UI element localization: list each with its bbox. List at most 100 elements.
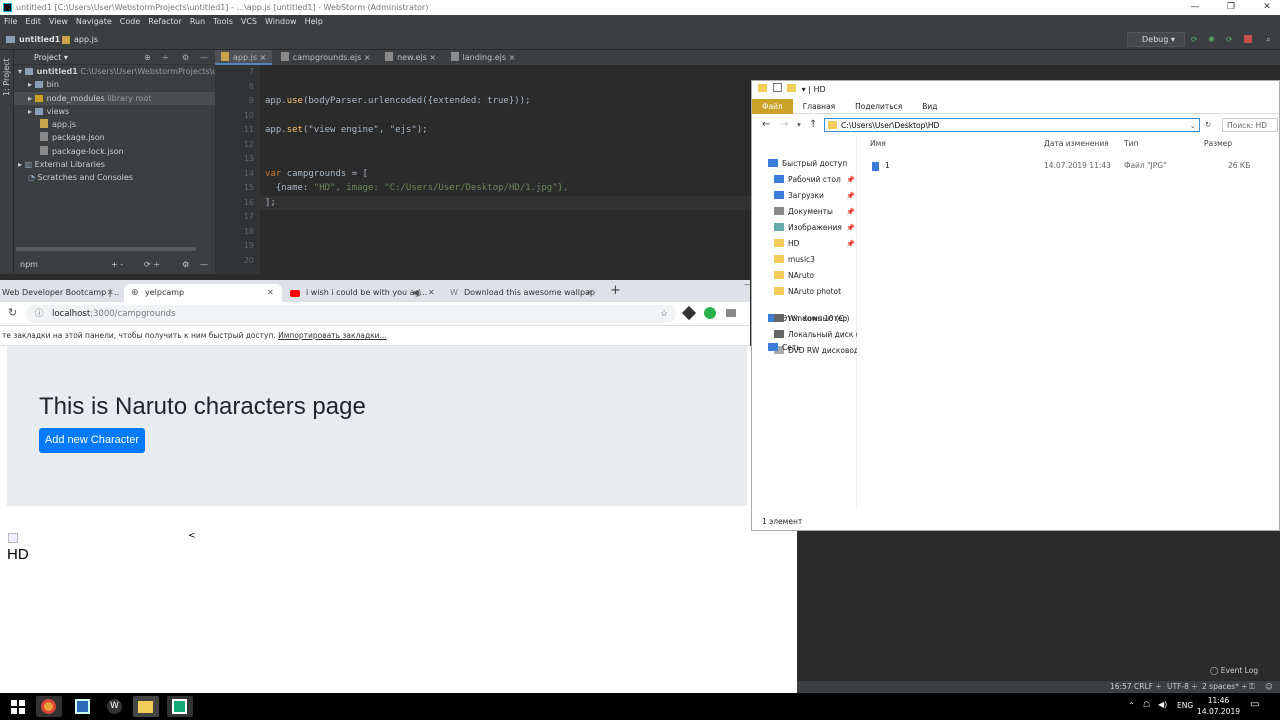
tree-item-package-lock[interactable]: package-lock.json bbox=[14, 145, 215, 158]
ribbon-tab[interactable]: Главная bbox=[793, 99, 845, 114]
adblock-icon[interactable] bbox=[704, 307, 716, 319]
close-icon[interactable]: ✕ bbox=[428, 284, 435, 302]
nav-item[interactable]: Сеть bbox=[752, 340, 857, 356]
nav-item[interactable]: Изображения 📌 bbox=[752, 220, 857, 236]
nav-item[interactable]: Быстрый доступ bbox=[752, 156, 857, 172]
file-encoding[interactable]: UTF-8 ÷ bbox=[1167, 681, 1198, 693]
horizontal-scrollbar[interactable] bbox=[16, 247, 196, 251]
tree-item-external-libraries[interactable]: ▸ ▥ External Libraries bbox=[14, 158, 215, 171]
line-separator[interactable]: CRLF ÷ bbox=[1134, 681, 1162, 693]
chrome-taskbar-icon[interactable] bbox=[36, 696, 62, 717]
profile-icon[interactable]: ⟳ bbox=[1226, 29, 1233, 50]
tab-campgrounds-ejs[interactable]: campgrounds.ejs × bbox=[275, 50, 377, 65]
tab-landing-ejs[interactable]: landing.ejs × bbox=[445, 50, 522, 65]
back-icon[interactable]: ← bbox=[762, 114, 770, 136]
pin-icon[interactable]: 📌 bbox=[846, 188, 855, 204]
refresh-icon[interactable]: ⟳ ÷ bbox=[144, 255, 160, 274]
run-config-select[interactable]: Debug ▾ bbox=[1127, 32, 1185, 47]
debug-icon[interactable]: ✺ bbox=[1208, 29, 1215, 50]
properties-icon[interactable] bbox=[772, 83, 782, 92]
browser-tab-bootcamp[interactable]: Web Developer Bootcamp | ... bbox=[2, 284, 120, 302]
breadcrumb-project[interactable]: untitled1 bbox=[19, 29, 60, 50]
menu-item-code[interactable]: Code bbox=[116, 15, 144, 29]
locate-icon[interactable]: ⊕ bbox=[144, 50, 151, 65]
inspector-icon[interactable]: ☺ bbox=[1265, 681, 1273, 693]
menu-item-tools[interactable]: Tools bbox=[209, 15, 237, 29]
gear-icon[interactable]: ⚙ bbox=[182, 50, 189, 65]
lock-icon[interactable]: ⚿ bbox=[1249, 681, 1255, 693]
column-size[interactable]: Размер bbox=[1204, 139, 1232, 148]
explorer-taskbar-icon[interactable] bbox=[133, 696, 159, 717]
pin-icon[interactable]: 📌 bbox=[846, 236, 855, 252]
ribbon-tab[interactable]: Поделиться bbox=[845, 99, 912, 114]
nav-item[interactable]: Документы 📌 bbox=[752, 204, 857, 220]
gear-icon[interactable]: ⚙ bbox=[182, 255, 189, 274]
nav-item[interactable]: Windows 10 (C:) bbox=[752, 311, 857, 327]
add-icon[interactable]: + ‐ bbox=[111, 255, 123, 274]
clock[interactable]: 11:46 14.07.2019 bbox=[1197, 695, 1240, 717]
column-name[interactable]: Имя bbox=[870, 139, 886, 148]
close-icon[interactable]: ✕ bbox=[107, 284, 114, 302]
menu-item-navigate[interactable]: Navigate bbox=[72, 15, 116, 29]
collapse-icon[interactable]: ÷ bbox=[162, 50, 169, 65]
menu-item-help[interactable]: Help bbox=[301, 15, 327, 29]
column-date[interactable]: Дата изменения bbox=[1044, 139, 1109, 148]
camera-icon[interactable] bbox=[726, 309, 736, 317]
close-icon[interactable]: × bbox=[364, 53, 371, 62]
notifications-icon[interactable]: ▭ bbox=[1250, 699, 1259, 710]
tree-item-views[interactable]: ▸ views bbox=[14, 105, 215, 118]
code-editor[interactable]: app.use(bodyParser.urlencoded({extended:… bbox=[260, 65, 760, 274]
info-icon[interactable]: ⓘ bbox=[35, 305, 44, 323]
search-everywhere-icon[interactable]: ⌕ bbox=[1266, 29, 1270, 50]
tree-item-package-json[interactable]: package.json bbox=[14, 131, 215, 144]
volume-icon[interactable]: ◀) bbox=[1158, 700, 1167, 709]
pin-icon[interactable]: 📌 bbox=[846, 220, 855, 236]
chevron-up-icon[interactable]: ⌃ bbox=[1128, 701, 1135, 710]
menu-item-view[interactable]: View bbox=[45, 15, 72, 29]
speaker-icon[interactable]: ◀) bbox=[412, 284, 421, 302]
caret-position[interactable]: 16:57 bbox=[1110, 681, 1132, 693]
ribbon-tab[interactable]: Файл bbox=[752, 99, 793, 114]
close-icon[interactable]: × bbox=[429, 53, 436, 62]
nav-item[interactable]: Загрузки 📌 bbox=[752, 188, 857, 204]
nav-item[interactable]: NAruto photot bbox=[752, 284, 857, 300]
hide-panel-icon[interactable]: — bbox=[200, 50, 208, 65]
project-tool-button[interactable]: 1: Project bbox=[2, 58, 11, 96]
close-icon[interactable]: × bbox=[260, 53, 267, 62]
pin-icon[interactable]: 📌 bbox=[846, 204, 855, 220]
close-icon[interactable]: × bbox=[509, 53, 516, 62]
extension-icon[interactable] bbox=[681, 305, 697, 321]
column-type[interactable]: Тип bbox=[1124, 139, 1138, 148]
tab-app-js[interactable]: app.js × bbox=[215, 50, 273, 65]
stop-icon[interactable] bbox=[1244, 35, 1252, 43]
tree-item-bin[interactable]: ▸ bin bbox=[14, 78, 215, 91]
tree-item-app-js[interactable]: app.js bbox=[14, 118, 215, 131]
up-icon[interactable]: ↑ bbox=[809, 114, 817, 136]
restore-icon[interactable]: ❐ bbox=[1214, 0, 1248, 15]
reload-icon[interactable]: ↻ bbox=[8, 306, 17, 319]
tab-new-ejs[interactable]: new.ejs × bbox=[379, 50, 442, 65]
import-bookmarks-link[interactable]: Импортировать закладки... bbox=[278, 331, 387, 340]
browser-tab-yelpcamp[interactable]: yelpcamp bbox=[124, 284, 282, 302]
breadcrumb-file[interactable]: app.js bbox=[74, 29, 98, 50]
menu-item-window[interactable]: Window bbox=[261, 15, 301, 29]
address-bar[interactable]: ⓘ localhost:3000/campgrounds ☆ bbox=[26, 305, 676, 323]
close-icon[interactable]: ✕ bbox=[586, 284, 593, 302]
indent-setting[interactable]: 2 spaces* ÷ bbox=[1202, 681, 1247, 693]
minimize-icon[interactable]: — bbox=[1178, 0, 1212, 15]
ribbon-tab[interactable]: Вид bbox=[912, 99, 947, 114]
close-icon[interactable]: ✕ bbox=[1250, 0, 1280, 15]
nav-item[interactable]: Рабочий стол 📌 bbox=[752, 172, 857, 188]
run-icon[interactable]: ⟳ bbox=[1191, 29, 1198, 50]
menu-item-run[interactable]: Run bbox=[186, 15, 209, 29]
tree-root[interactable]: ▾ untitled1 C:\Users\User\WebstormProjec… bbox=[14, 65, 231, 78]
app-taskbar-icon[interactable] bbox=[70, 696, 96, 717]
explorer-path-input[interactable]: C:\Users\User\Desktop\HD ⌄ bbox=[824, 118, 1200, 132]
nav-item[interactable]: music3 bbox=[752, 252, 857, 268]
new-tab-icon[interactable]: + bbox=[610, 282, 621, 300]
nav-item[interactable]: HD 📌 bbox=[752, 236, 857, 252]
nav-item[interactable]: NAruto bbox=[752, 268, 857, 284]
new-folder-icon[interactable] bbox=[787, 84, 797, 92]
ide-taskbar-icon[interactable] bbox=[167, 696, 193, 717]
menu-item-edit[interactable]: Edit bbox=[21, 15, 45, 29]
